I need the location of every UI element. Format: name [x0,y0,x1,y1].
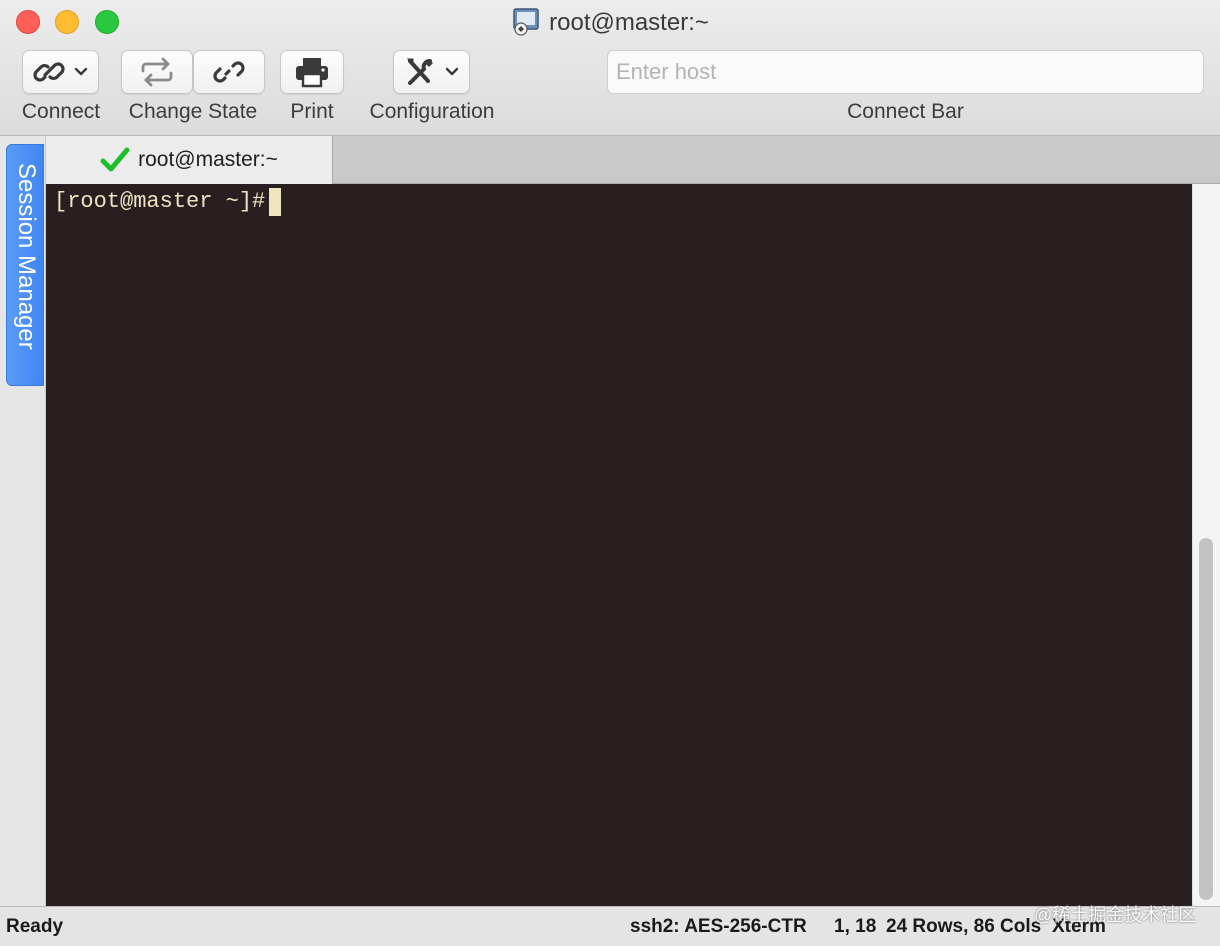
scrollbar-thumb[interactable] [1199,538,1213,900]
terminal-prompt: [root@master ~]# [54,189,266,214]
terminal-area[interactable]: [root@master ~]# [46,184,1192,906]
chevron-down-icon [445,67,458,76]
window-title-text: root@master:~ [549,9,709,36]
status-cursor-position: 1, 18 [834,916,877,937]
watermark-text: @稀土掘金技术社区 [1034,905,1197,925]
connect-button[interactable] [22,50,99,94]
status-cipher: ssh2: AES-256-CTR [630,916,807,937]
title-toolbar: root@master:~ Connect Change State Print… [0,0,1220,136]
chevron-down-icon [74,67,87,76]
print-button[interactable] [280,50,344,94]
printer-icon [296,58,328,88]
connect-label: Connect [21,100,101,123]
status-bar: Ready ssh2: AES-256-CTR 1, 18 24 Rows, 8… [0,905,1220,946]
reconnect-button[interactable] [121,50,193,94]
broken-link-icon [213,61,245,83]
window-title: root@master:~ [0,6,1220,40]
status-rows-cols: 24 Rows, 86 Cols [886,916,1042,937]
sidebar: Session Manager [0,136,46,906]
tab-session[interactable]: root@master:~ [46,136,333,184]
terminal-scrollbar[interactable] [1192,184,1220,906]
disconnect-button[interactable] [193,50,265,94]
configuration-button[interactable] [393,50,470,94]
tab-label: root@master:~ [138,148,278,171]
change-state-label: Change State [128,100,258,123]
session-manager-tab[interactable]: Session Manager [6,144,44,386]
print-label: Print [290,100,334,123]
app-window: root@master:~ Connect Change State Print… [0,0,1220,946]
configuration-label: Configuration [369,100,495,123]
session-manager-label: Session Manager [13,163,40,350]
repeat-icon [141,57,173,87]
checkmark-icon [100,147,130,172]
connect-bar-label: Connect Bar [847,100,964,123]
status-ready: Ready [6,916,64,937]
link-icon [32,62,87,82]
tools-icon [406,58,458,85]
host-input[interactable] [607,50,1204,94]
tab-strip: root@master:~ [46,136,1220,184]
terminal-cursor [269,188,282,216]
terminal-app-icon [511,6,541,36]
